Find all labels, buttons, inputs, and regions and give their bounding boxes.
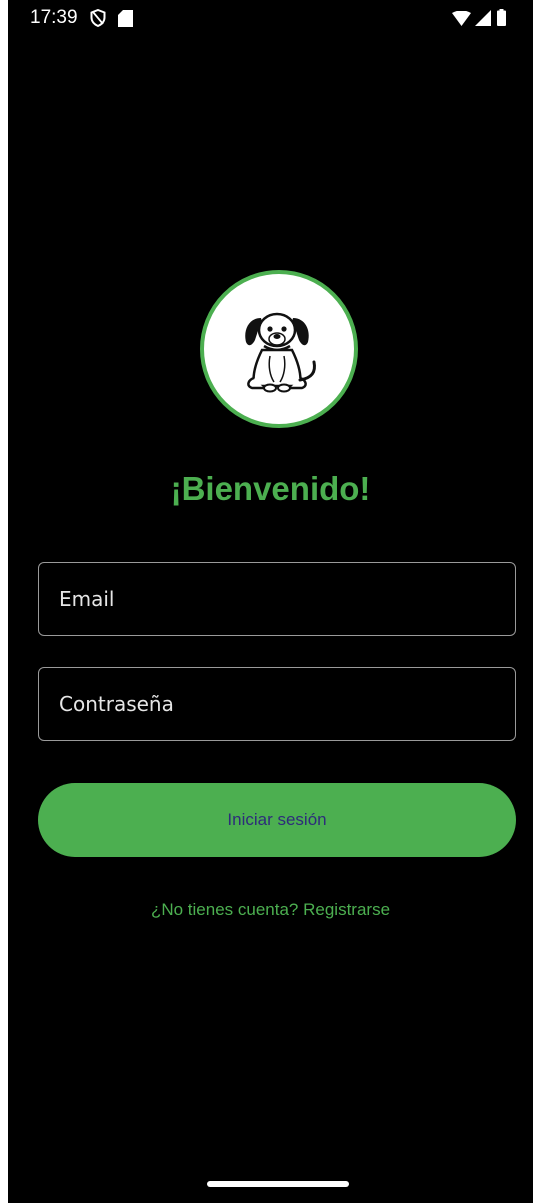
app-screen: 17:39 ¡Bienvenido! Email Iniciar sesión … [8, 0, 533, 1203]
status-bar: 17:39 [8, 0, 533, 40]
cell-signal-icon [475, 10, 491, 26]
status-time: 17:39 [30, 7, 78, 28]
register-link[interactable]: ¿No tienes cuenta? Registrarse [8, 900, 533, 920]
password-input[interactable] [39, 668, 515, 740]
dog-icon [245, 312, 316, 393]
password-field[interactable] [38, 667, 516, 741]
shield-icon [90, 9, 106, 27]
app-logo [200, 270, 358, 428]
battery-icon [497, 9, 506, 26]
sd-card-icon [118, 10, 133, 27]
home-indicator[interactable] [207, 1181, 349, 1187]
login-button[interactable]: Iniciar sesión [38, 783, 516, 857]
welcome-title: ¡Bienvenido! [170, 470, 371, 507]
email-field[interactable] [38, 562, 516, 636]
wifi-icon [452, 11, 471, 26]
email-input[interactable] [39, 563, 515, 635]
